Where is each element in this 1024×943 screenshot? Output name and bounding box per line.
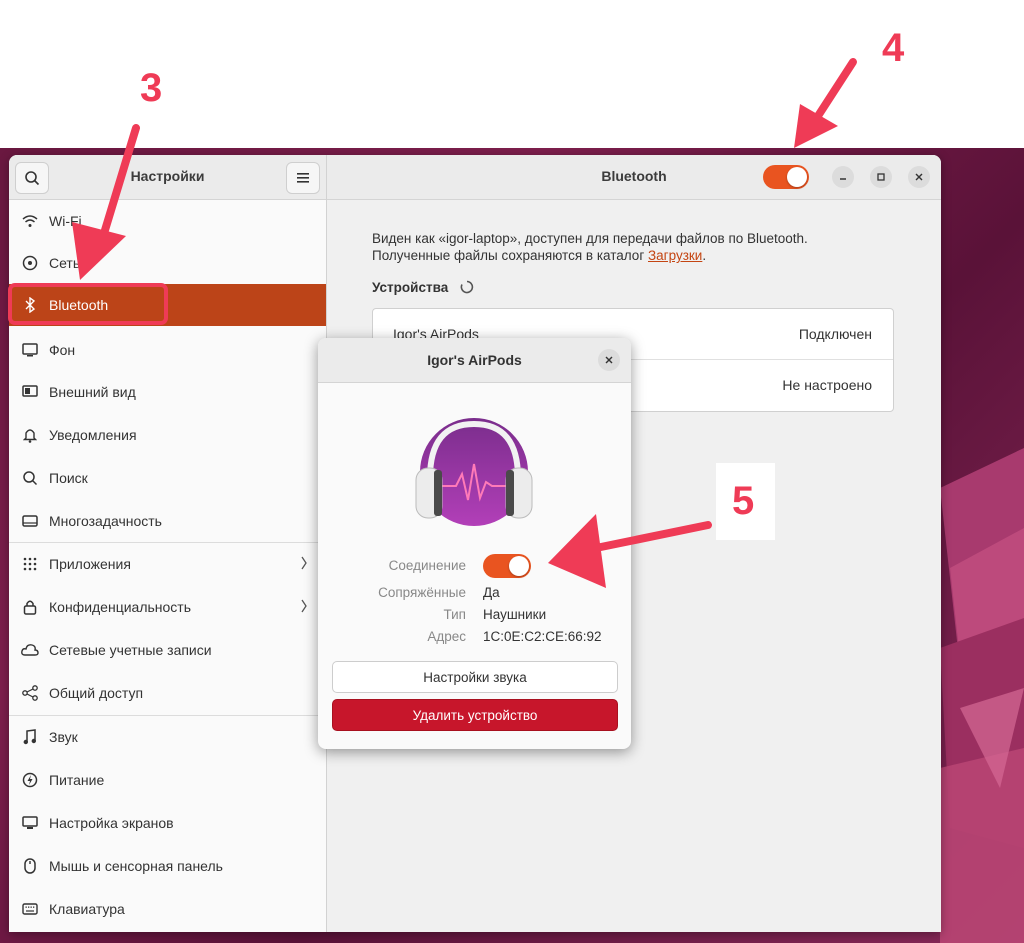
network-icon bbox=[21, 254, 39, 272]
visibility-description: Виден как «igor-laptop», доступен для пе… bbox=[372, 230, 808, 264]
annotation-number-3: 3 bbox=[140, 66, 163, 110]
description-suffix: . bbox=[702, 248, 707, 263]
multitasking-icon bbox=[21, 512, 39, 530]
device-dialog: Igor's AirPods Соединение Сопряжённые Да… bbox=[318, 338, 631, 749]
mouse-icon bbox=[21, 857, 39, 875]
sidebar-item-appearance[interactable]: Внешний вид bbox=[9, 371, 326, 413]
address-label: Адрес bbox=[427, 629, 466, 644]
downloads-link[interactable]: Загрузки bbox=[648, 248, 702, 263]
sidebar-item-label: Звук bbox=[49, 729, 78, 745]
sidebar-item-notifications[interactable]: Уведомления bbox=[9, 414, 326, 456]
sidebar-item-displays[interactable]: Настройка экранов bbox=[9, 802, 326, 844]
sidebar-item-label: Многозадачность bbox=[49, 513, 162, 529]
sidebar-item-label: Фон bbox=[49, 342, 76, 358]
dialog-title: Igor's AirPods bbox=[427, 352, 522, 368]
sidebar-header: Настройки bbox=[9, 155, 326, 200]
sidebar-title: Настройки bbox=[130, 168, 205, 184]
display-icon bbox=[21, 814, 39, 832]
sidebar-item-label: Wi-Fi bbox=[49, 213, 82, 229]
wifi-icon bbox=[21, 212, 39, 230]
sidebar-item-online-accounts[interactable]: Сетевые учетные записи bbox=[9, 629, 326, 671]
headphones-icon bbox=[415, 418, 533, 526]
lock-icon bbox=[21, 598, 39, 616]
paired-label: Сопряжённые bbox=[378, 585, 466, 600]
connection-toggle[interactable] bbox=[483, 554, 531, 578]
description-prefix: Полученные файлы сохраняются в каталог bbox=[372, 248, 648, 263]
paired-value: Да bbox=[483, 585, 500, 600]
spinner-icon bbox=[460, 280, 474, 294]
remove-device-button[interactable]: Удалить устройство bbox=[332, 699, 618, 731]
music-note-icon bbox=[21, 728, 39, 746]
sidebar-item-keyboard[interactable]: Клавиатура bbox=[9, 888, 326, 930]
sidebar-item-label: Сеть bbox=[49, 255, 81, 271]
bluetooth-toggle[interactable] bbox=[763, 165, 809, 189]
sidebar-item-mouse[interactable]: Мышь и сенсорная панель bbox=[9, 845, 326, 887]
sidebar-item-label: Настройка экранов bbox=[49, 815, 174, 831]
annotation-number-5: 5 bbox=[732, 479, 755, 523]
description-line: Полученные файлы сохраняются в каталог З… bbox=[372, 247, 808, 264]
toggle-knob bbox=[787, 167, 807, 187]
toggle-knob bbox=[509, 556, 529, 576]
apps-grid-icon bbox=[21, 555, 39, 573]
annotation-label-5: 5 bbox=[716, 463, 775, 540]
highlight-box bbox=[8, 283, 168, 325]
sidebar-item-apps[interactable]: Приложения bbox=[9, 543, 326, 585]
bell-icon bbox=[21, 426, 39, 444]
device-status: Не настроено bbox=[782, 377, 872, 393]
power-icon bbox=[21, 771, 39, 789]
appearance-icon bbox=[21, 383, 39, 401]
device-status: Подключен bbox=[798, 326, 872, 342]
dialog-header: Igor's AirPods bbox=[318, 338, 631, 383]
search-icon bbox=[21, 469, 39, 487]
sidebar-item-power[interactable]: Питание bbox=[9, 759, 326, 801]
sidebar-item-network[interactable]: Сеть bbox=[9, 242, 326, 284]
sound-settings-button[interactable]: Настройки звука bbox=[332, 661, 618, 693]
chevron-right-icon bbox=[301, 599, 307, 613]
sidebar-item-multitasking[interactable]: Многозадачность bbox=[9, 500, 326, 542]
chevron-right-icon bbox=[301, 556, 307, 570]
address-value: 1C:0E:C2:CE:66:92 bbox=[483, 629, 602, 644]
description-line: Виден как «igor-laptop», доступен для пе… bbox=[372, 231, 808, 246]
sidebar-item-sharing[interactable]: Общий доступ bbox=[9, 672, 326, 714]
arrow-4 bbox=[794, 58, 857, 148]
sidebar-item-label: Мышь и сенсорная панель bbox=[49, 858, 223, 874]
sidebar-item-privacy[interactable]: Конфиденциальность bbox=[9, 586, 326, 628]
minimize-icon bbox=[840, 178, 846, 180]
close-button[interactable] bbox=[908, 166, 930, 188]
sidebar-item-wifi[interactable]: Wi-Fi bbox=[9, 200, 326, 242]
sidebar-item-label: Приложения bbox=[49, 556, 131, 572]
sidebar-item-label: Поиск bbox=[49, 470, 88, 486]
minimize-button[interactable] bbox=[832, 166, 854, 188]
sidebar-item-label: Конфиденциальность bbox=[49, 599, 192, 615]
type-value: Наушники bbox=[483, 607, 547, 622]
dialog-close-button[interactable] bbox=[598, 349, 620, 371]
sidebar-item-label: Уведомления bbox=[49, 427, 137, 443]
sidebar-item-label: Внешний вид bbox=[49, 384, 136, 400]
menu-button[interactable] bbox=[286, 162, 320, 194]
keyboard-icon bbox=[21, 900, 39, 918]
maximize-icon bbox=[877, 173, 885, 181]
sidebar-item-sound[interactable]: Звук bbox=[9, 716, 326, 758]
share-icon bbox=[21, 684, 39, 702]
sidebar-item-label: Клавиатура bbox=[49, 901, 125, 917]
sidebar-item-background[interactable]: Фон bbox=[9, 329, 326, 371]
devices-heading-label: Устройства bbox=[372, 280, 449, 295]
background-icon bbox=[21, 341, 39, 359]
hamburger-icon bbox=[297, 173, 309, 183]
sidebar-item-label: Питание bbox=[49, 772, 105, 788]
sidebar-item-label: Общий доступ bbox=[49, 685, 144, 701]
close-icon bbox=[605, 356, 613, 364]
cloud-icon bbox=[21, 641, 39, 659]
maximize-button[interactable] bbox=[870, 166, 892, 188]
connection-label: Соединение bbox=[388, 558, 466, 573]
main-header: Bluetooth bbox=[327, 155, 941, 200]
annotation-number-4: 4 bbox=[882, 26, 905, 70]
sidebar-item-search[interactable]: Поиск bbox=[9, 457, 326, 499]
close-icon bbox=[915, 173, 923, 181]
sidebar-item-label: Сетевые учетные записи bbox=[49, 642, 212, 658]
devices-heading: Устройства bbox=[372, 280, 474, 295]
type-label: Тип bbox=[443, 607, 466, 622]
